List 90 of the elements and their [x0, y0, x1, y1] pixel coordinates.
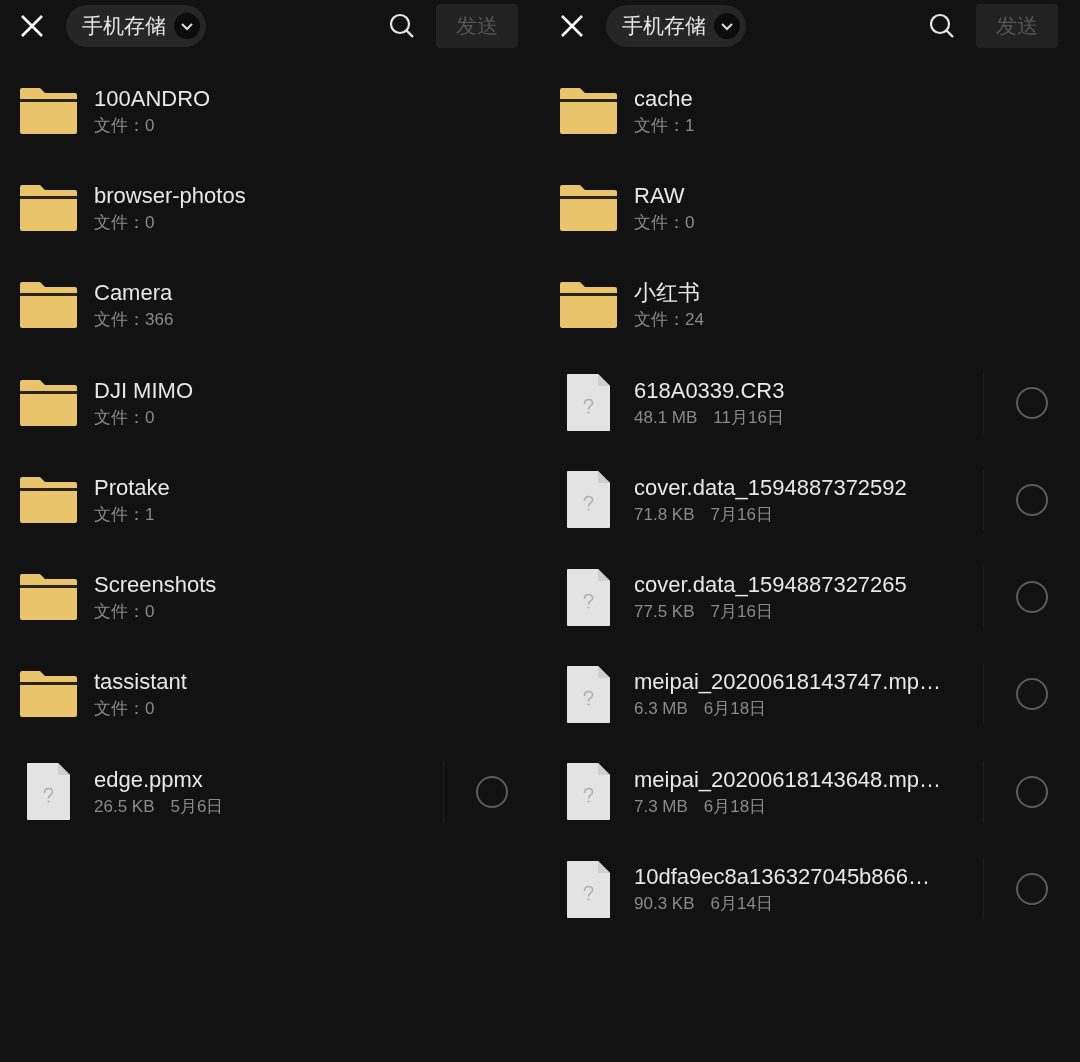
file-count: 文件：0 [94, 114, 155, 137]
folder-row[interactable]: 小红书 文件：24 [540, 256, 1080, 354]
file-date: 6月14日 [710, 893, 773, 915]
file-row[interactable]: cover.data_1594887372592 71.8 KB 7月16日 [540, 451, 1080, 549]
folder-icon [560, 282, 617, 329]
folder-row[interactable]: DJI MIMO 文件：0 [0, 353, 540, 452]
folder-row[interactable]: Screenshots 文件：0 [0, 548, 540, 646]
folder-icon [20, 476, 77, 523]
file-name: cover.data_1594887327265 [634, 571, 907, 600]
search-icon[interactable] [928, 12, 956, 40]
folder-name: 小红书 [634, 279, 700, 308]
file-name: 618A0339.CR3 [634, 376, 785, 405]
folder-row[interactable]: RAW 文件：0 [540, 159, 1080, 257]
select-radio[interactable] [1016, 386, 1048, 419]
file-row[interactable]: edge.ppmx 26.5 KB 5月6日 [0, 743, 540, 841]
folder-name: 100ANDRO [94, 84, 211, 113]
unknown-file-icon [567, 665, 610, 723]
file-count: 文件：1 [634, 114, 695, 137]
folder-icon [20, 87, 77, 134]
folder-name: Screenshots [94, 571, 217, 600]
select-radio[interactable] [1016, 775, 1048, 808]
file-size: 26.5 KB [94, 795, 155, 818]
file-size: 71.8 KB [634, 503, 695, 526]
folder-name: browser-photos [94, 181, 246, 210]
folder-row[interactable]: Protake 文件：1 [0, 451, 540, 549]
select-radio[interactable] [1016, 678, 1048, 711]
file-date: 6月18日 [703, 698, 767, 721]
file-count: 文件：0 [634, 211, 695, 234]
folder-icon [20, 282, 77, 329]
file-count: 文件：0 [94, 211, 155, 234]
folder-row[interactable]: browser-photos 文件：0 [0, 159, 540, 257]
file-name: meipai_20200618143747.mp… [634, 668, 941, 697]
folder-row[interactable]: Camera 文件：366 [0, 256, 540, 354]
unknown-file-icon [567, 568, 610, 626]
unknown-file-icon [567, 374, 610, 432]
folder-name: DJI MIMO [94, 376, 193, 405]
folder-row[interactable]: 100ANDRO 文件：0 [0, 62, 540, 160]
caret-icon [714, 13, 740, 39]
file-size: 90.3 KB [634, 893, 695, 915]
folder-name: Protake [94, 473, 170, 502]
folder-name: Camera [94, 279, 173, 308]
unknown-file-icon [27, 763, 70, 821]
folder-name: cache [634, 84, 693, 113]
file-row[interactable]: meipai_20200618143747.mp… 6.3 MB 6月18日 [540, 645, 1080, 744]
file-size: 6.3 MB [634, 698, 688, 721]
file-size: 7.3 MB [634, 795, 688, 818]
file-count: 文件：1 [94, 503, 155, 526]
select-radio[interactable] [1016, 483, 1048, 516]
file-count: 文件：0 [94, 601, 155, 624]
folder-row[interactable]: tassistant 文件：0 [0, 645, 540, 744]
file-size: 48.1 MB [634, 406, 698, 429]
close-icon[interactable] [20, 14, 44, 38]
file-count: 文件：0 [94, 698, 155, 721]
folder-name: RAW [634, 181, 685, 210]
file-date: 5月6日 [170, 795, 224, 818]
close-icon[interactable] [560, 14, 584, 38]
select-radio[interactable] [1016, 873, 1048, 905]
folder-icon [20, 379, 77, 426]
folder-icon [560, 184, 617, 231]
folder-icon [20, 184, 77, 231]
caret-icon [174, 13, 200, 39]
folder-name: tassistant [94, 668, 187, 697]
file-name: 10dfa9ec8a136327045b866… [634, 863, 931, 891]
file-count: 文件：366 [94, 309, 174, 332]
file-size: 77.5 KB [634, 601, 695, 624]
file-name: meipai_20200618143648.mp… [634, 765, 941, 794]
file-count: 文件：24 [634, 309, 704, 332]
file-count: 文件：0 [94, 406, 155, 429]
file-date: 7月16日 [710, 503, 773, 526]
file-date: 11月16日 [713, 406, 784, 429]
select-radio[interactable] [1016, 581, 1048, 614]
folder-icon [20, 671, 77, 718]
folder-row[interactable]: cache 文件：1 [540, 62, 1080, 160]
storage-dropdown[interactable]: 手机存储 [606, 5, 746, 47]
unknown-file-icon [567, 763, 610, 821]
folder-icon [560, 87, 617, 134]
file-name: edge.ppmx [94, 765, 203, 794]
folder-icon [20, 574, 77, 621]
file-date: 6月18日 [703, 795, 767, 818]
file-row[interactable]: cover.data_1594887327265 77.5 KB 7月16日 [540, 548, 1080, 646]
file-row[interactable]: 618A0339.CR3 48.1 MB 11月16日 [540, 353, 1080, 452]
file-date: 7月16日 [710, 601, 773, 624]
unknown-file-icon [567, 471, 610, 529]
storage-dropdown[interactable]: 手机存储 [66, 5, 206, 47]
file-row[interactable]: 10dfa9ec8a136327045b866… 90.3 KB 6月14日 [540, 840, 1080, 938]
unknown-file-icon [567, 860, 610, 918]
search-icon[interactable] [388, 12, 416, 40]
file-row[interactable]: meipai_20200618143648.mp… 7.3 MB 6月18日 [540, 743, 1080, 841]
file-name: cover.data_1594887372592 [634, 473, 907, 502]
select-radio[interactable] [476, 775, 508, 808]
